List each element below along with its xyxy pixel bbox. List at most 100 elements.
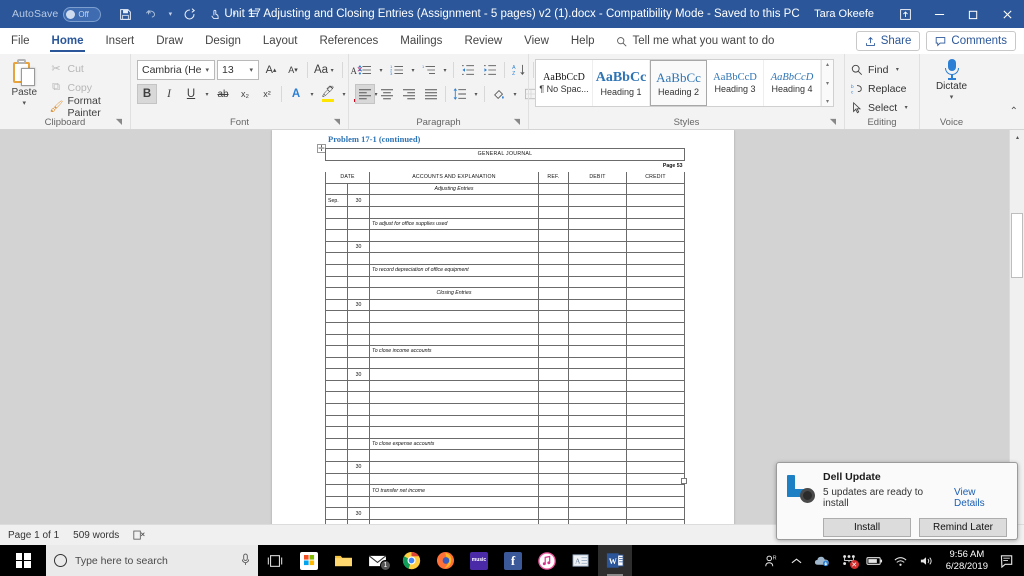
cell-month[interactable] bbox=[325, 356, 348, 370]
customize-qat-icon[interactable] bbox=[241, 3, 265, 25]
cell-month[interactable] bbox=[325, 275, 348, 289]
cell-credit[interactable] bbox=[625, 437, 686, 451]
cell-month[interactable] bbox=[325, 426, 348, 439]
align-right-button[interactable] bbox=[399, 84, 419, 104]
cell-ref[interactable] bbox=[537, 368, 569, 381]
cell-debit[interactable] bbox=[567, 310, 627, 323]
cell-debit[interactable] bbox=[567, 507, 627, 520]
cell-ref[interactable] bbox=[537, 240, 569, 254]
font-name-combo[interactable]: Cambria (Headin ▾ bbox=[137, 60, 215, 80]
cell-month[interactable] bbox=[325, 310, 348, 323]
install-button[interactable]: Install bbox=[823, 518, 911, 537]
align-center-button[interactable] bbox=[377, 84, 397, 104]
styles-dialog-launcher[interactable]: ◥ bbox=[830, 115, 836, 128]
styles-scroll-up-icon[interactable]: ▴ bbox=[826, 61, 829, 68]
cell-ref[interactable] bbox=[537, 484, 569, 497]
cell-ref[interactable] bbox=[537, 345, 569, 358]
table-row[interactable] bbox=[325, 321, 686, 335]
table-row[interactable]: 30 bbox=[325, 461, 686, 474]
dictate-button[interactable]: Dictate ▾ bbox=[929, 57, 975, 101]
cell-month[interactable] bbox=[325, 287, 348, 300]
cell-account[interactable] bbox=[369, 461, 539, 474]
cell-credit[interactable] bbox=[625, 379, 686, 393]
cell-day[interactable] bbox=[347, 217, 370, 231]
comments-button[interactable]: Comments bbox=[926, 31, 1016, 51]
cell-account[interactable]: To close income accounts bbox=[369, 345, 539, 358]
dictate-dropdown-caret[interactable]: ▾ bbox=[950, 93, 954, 101]
cell-credit[interactable] bbox=[625, 507, 686, 520]
styles-gallery[interactable]: AaBbCcD ¶ No Spac... AaBbCс Heading 1 Aa… bbox=[535, 59, 834, 107]
mail-icon[interactable]: 1 bbox=[360, 545, 394, 576]
cell-debit[interactable] bbox=[567, 229, 627, 242]
cell-account[interactable] bbox=[369, 495, 539, 509]
cell-month[interactable] bbox=[325, 321, 348, 335]
cell-month[interactable] bbox=[325, 182, 348, 196]
shrink-font-button[interactable]: A ▾ bbox=[283, 60, 303, 80]
table-row[interactable]: To adjust for office supplies used bbox=[325, 217, 686, 231]
cell-account[interactable] bbox=[369, 310, 539, 323]
task-view-button[interactable] bbox=[258, 545, 292, 576]
table-row[interactable] bbox=[325, 379, 686, 393]
cell-month[interactable] bbox=[325, 263, 348, 277]
select-caret[interactable]: ▾ bbox=[902, 104, 910, 111]
cell-day[interactable] bbox=[347, 356, 370, 370]
cell-ref[interactable] bbox=[537, 287, 569, 300]
cell-account[interactable] bbox=[369, 391, 539, 405]
table-row[interactable] bbox=[325, 426, 686, 439]
cell-debit[interactable] bbox=[567, 379, 627, 393]
cell-day[interactable] bbox=[347, 345, 370, 358]
cell-debit[interactable] bbox=[567, 391, 627, 405]
undo-icon[interactable] bbox=[139, 3, 163, 25]
cell-account[interactable]: Closing Entries bbox=[369, 287, 539, 300]
bullets-caret[interactable]: ▾ bbox=[377, 67, 385, 74]
cell-day[interactable]: 30 bbox=[347, 368, 370, 381]
cell-debit[interactable] bbox=[567, 449, 627, 463]
table-row[interactable]: 30 bbox=[325, 298, 686, 312]
sort-button[interactable]: AZ bbox=[509, 60, 529, 80]
line-spacing-button[interactable] bbox=[450, 84, 470, 104]
cell-credit[interactable] bbox=[625, 182, 686, 196]
minimize-button[interactable] bbox=[922, 0, 956, 28]
cell-ref[interactable] bbox=[537, 507, 569, 520]
cell-credit[interactable] bbox=[625, 461, 686, 474]
numbering-button[interactable]: 123 bbox=[387, 60, 407, 80]
format-painter-button[interactable]: 🖌 Format Painter bbox=[47, 95, 125, 119]
table-row[interactable]: Adjusting Entries bbox=[325, 182, 686, 196]
touch-mode-icon[interactable] bbox=[203, 3, 227, 25]
cell-month[interactable] bbox=[325, 379, 348, 393]
cell-debit[interactable] bbox=[567, 368, 627, 381]
table-row[interactable]: To close income accounts bbox=[325, 345, 686, 358]
cell-account[interactable]: TO transfer net income bbox=[369, 484, 539, 497]
tell-me-search[interactable]: Tell me what you want to do bbox=[606, 28, 785, 54]
document-page[interactable]: Problem 17-1 (continued) ✛ GENERAL JOURN… bbox=[272, 130, 734, 524]
cell-account[interactable] bbox=[369, 449, 539, 463]
cell-month[interactable] bbox=[325, 461, 348, 474]
replace-button[interactable]: bc Replace bbox=[851, 80, 910, 97]
cell-account[interactable] bbox=[369, 321, 539, 335]
cell-ref[interactable] bbox=[537, 403, 569, 416]
cell-day[interactable] bbox=[347, 321, 370, 335]
cell-debit[interactable] bbox=[567, 461, 627, 474]
table-row[interactable]: 30 bbox=[325, 240, 686, 254]
cell-ref[interactable] bbox=[537, 414, 569, 428]
cell-account[interactable] bbox=[369, 414, 539, 428]
table-row[interactable] bbox=[325, 495, 686, 509]
cell-account[interactable]: Adjusting Entries bbox=[369, 182, 539, 196]
cell-account[interactable] bbox=[369, 205, 539, 219]
table-row[interactable] bbox=[325, 391, 686, 405]
copy-button[interactable]: ⧉ Copy bbox=[47, 79, 125, 96]
cell-month[interactable]: Sep. bbox=[325, 194, 348, 207]
bold-button[interactable]: B bbox=[137, 84, 157, 104]
cell-credit[interactable] bbox=[625, 345, 686, 358]
cell-ref[interactable] bbox=[537, 182, 569, 196]
cell-debit[interactable] bbox=[567, 437, 627, 451]
cell-debit[interactable] bbox=[567, 263, 627, 277]
cell-credit[interactable] bbox=[625, 252, 686, 265]
cell-account[interactable]: To record depreciation of office equipme… bbox=[369, 263, 539, 277]
cell-debit[interactable] bbox=[567, 252, 627, 265]
cell-debit[interactable] bbox=[567, 217, 627, 231]
close-button[interactable] bbox=[990, 0, 1024, 28]
cell-month[interactable] bbox=[325, 414, 348, 428]
tab-insert[interactable]: Insert bbox=[94, 28, 145, 54]
volume-icon[interactable] bbox=[914, 545, 940, 576]
